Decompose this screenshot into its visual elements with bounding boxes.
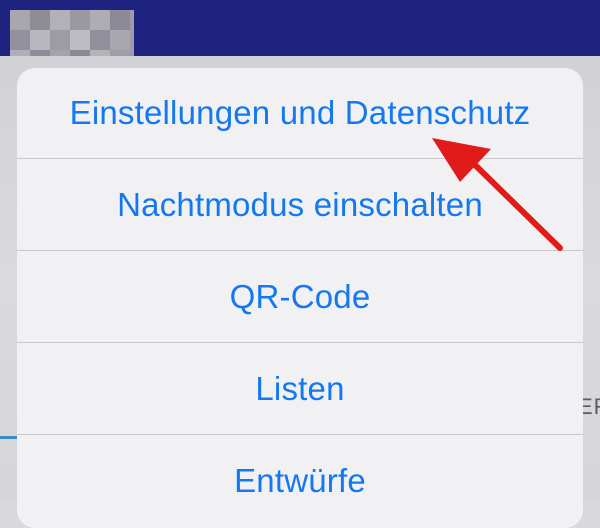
top-navigation-bar [0, 0, 600, 66]
drafts-button[interactable]: Entwürfe [17, 435, 583, 526]
settings-and-privacy-button[interactable]: Einstellungen und Datenschutz [17, 68, 583, 158]
lists-button[interactable]: Listen [17, 343, 583, 434]
qr-code-button[interactable]: QR-Code [17, 251, 583, 342]
action-sheet: Einstellungen und Datenschutz Nachtmodus… [17, 68, 583, 528]
night-mode-button[interactable]: Nachtmodus einschalten [17, 159, 583, 250]
